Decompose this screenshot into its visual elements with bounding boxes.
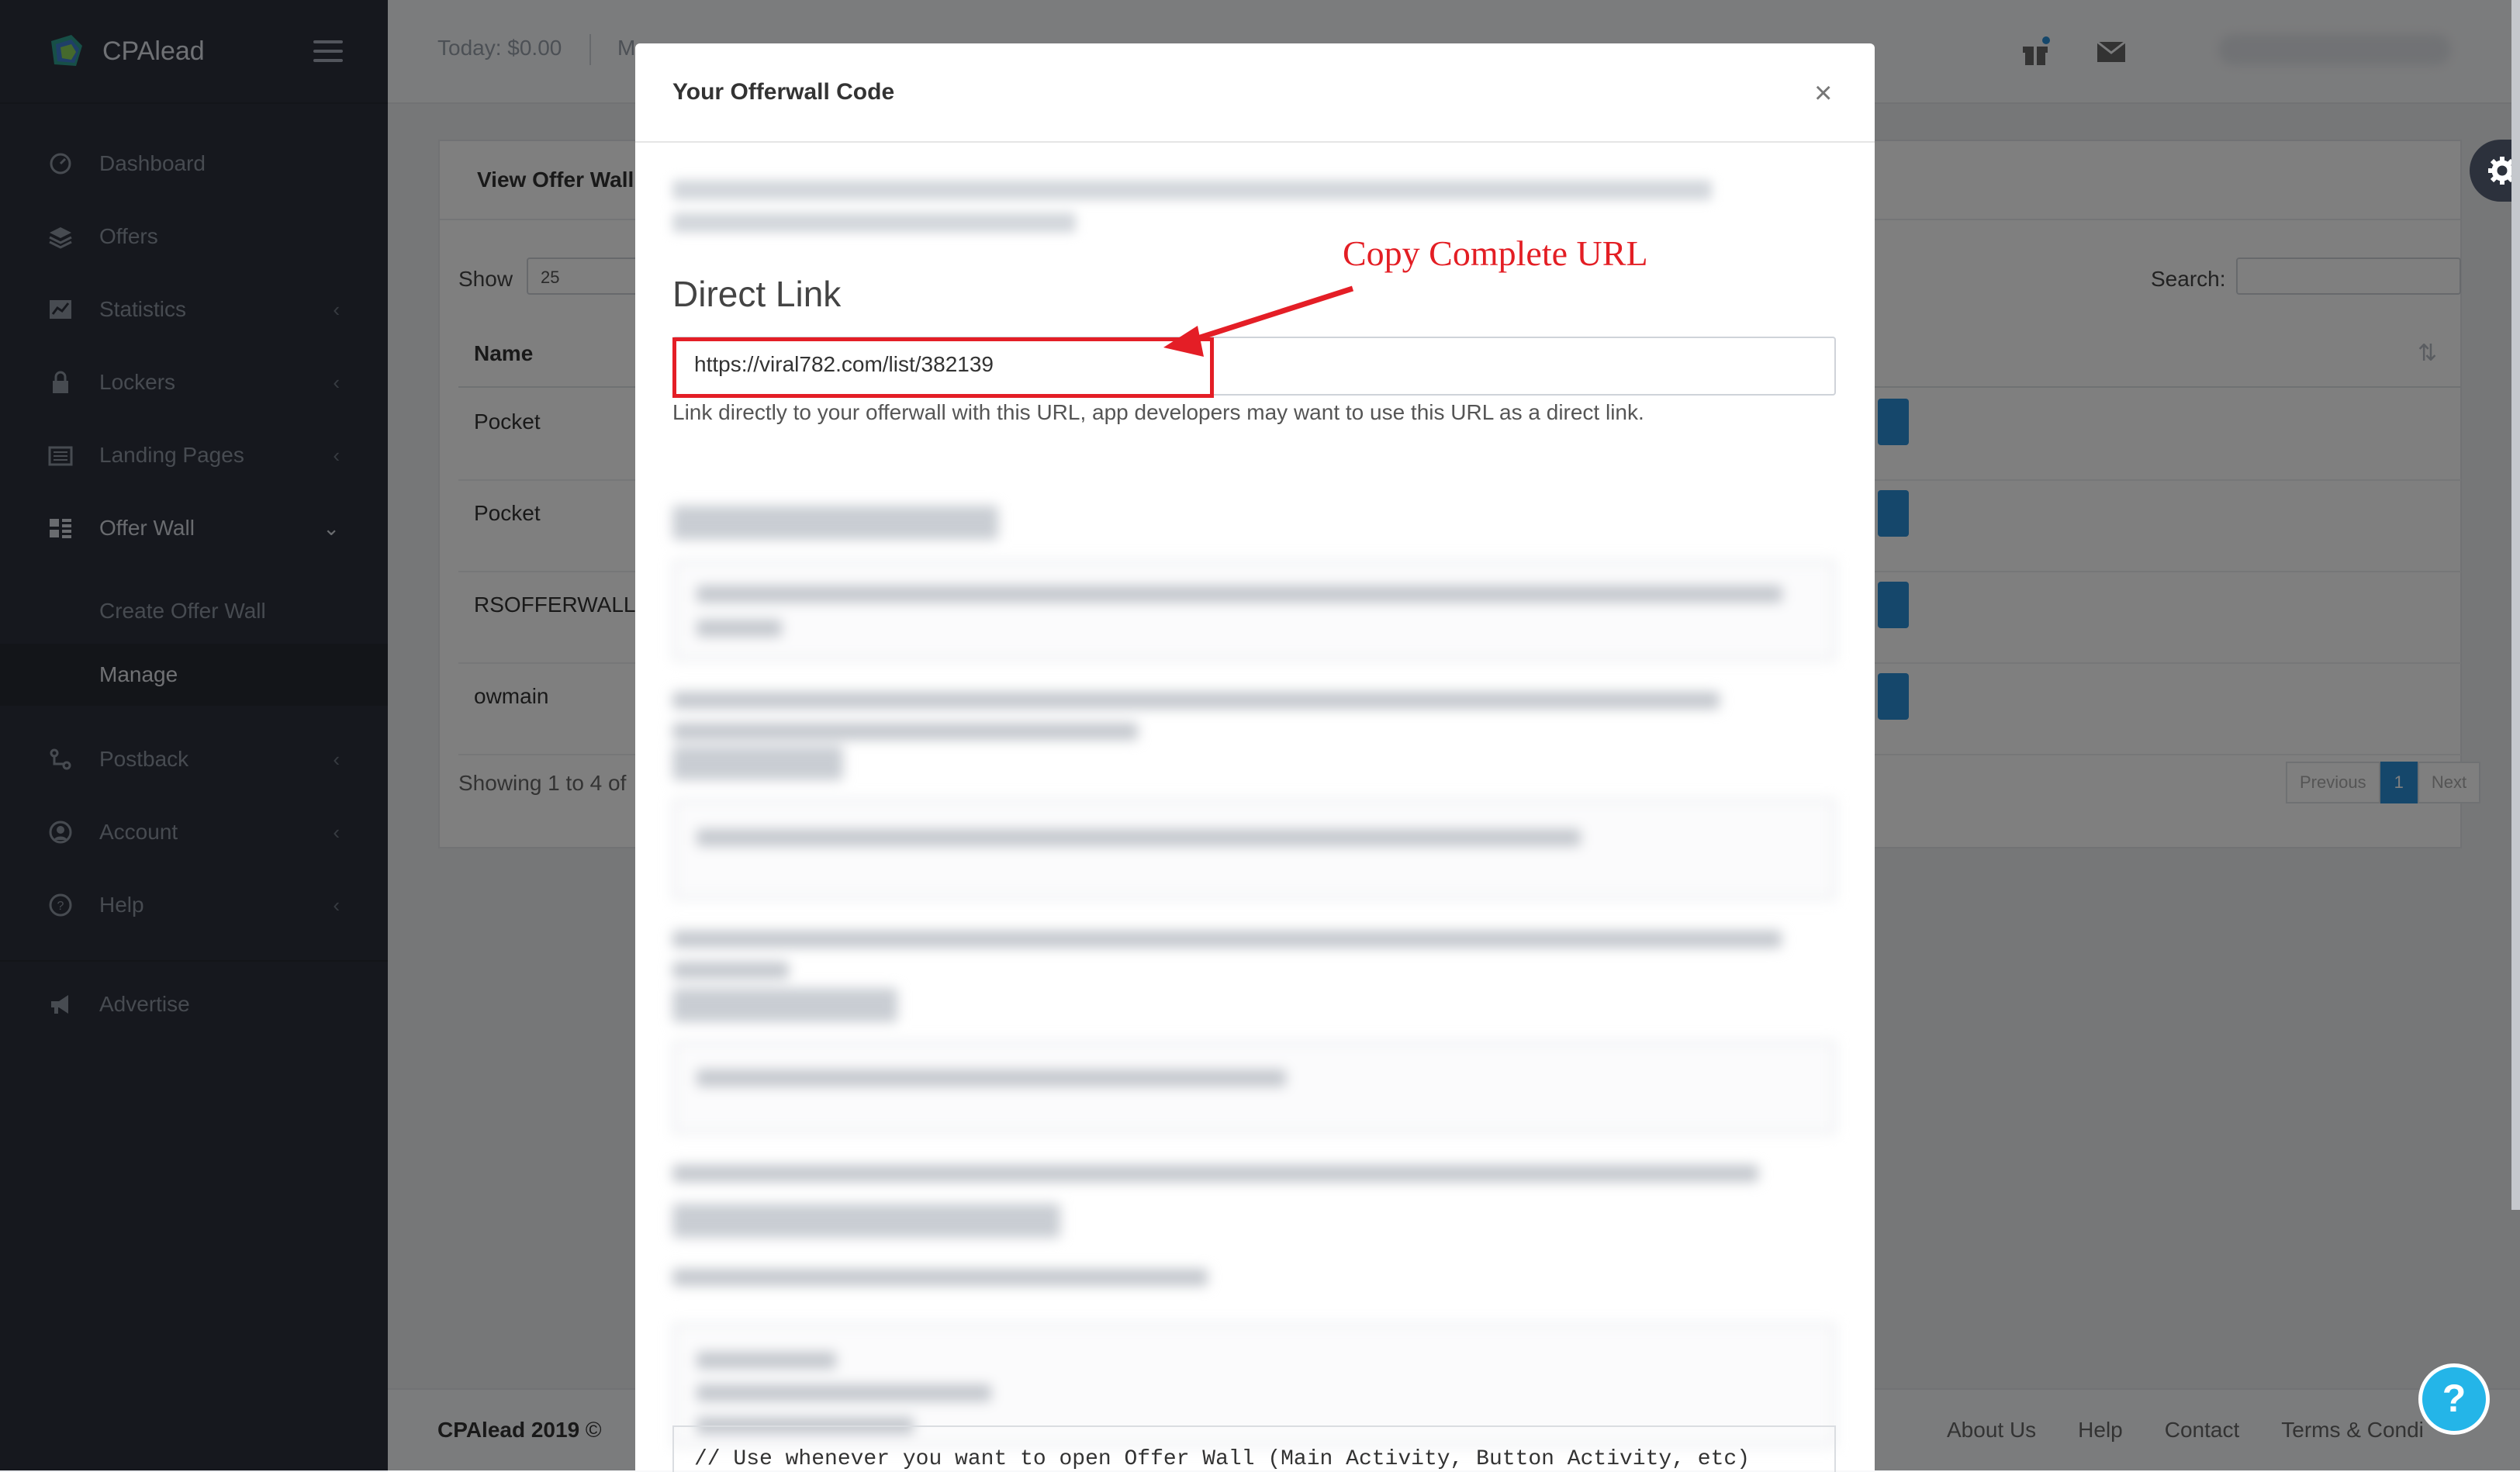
page-scrollbar[interactable] [2511,0,2520,1210]
android-code-line: // Use whenever you want to open Offer W… [694,1447,1751,1471]
direct-link-help: Link directly to your offerwall with thi… [672,400,1644,424]
annotation-copy-url: Copy Complete URL [1343,233,1648,273]
help-chat-button[interactable]: ? [2418,1363,2490,1435]
annotation-highlight-box [672,337,1214,398]
direct-link-heading: Direct Link [672,274,842,314]
close-icon[interactable]: × [1814,76,1832,111]
offerwall-code-modal: Your Offerwall Code × Direct Link https:… [635,43,1875,1470]
blurred-sections [635,462,1875,1447]
modal-header: Your Offerwall Code × [635,43,1875,143]
modal-title: Your Offerwall Code [672,79,895,105]
